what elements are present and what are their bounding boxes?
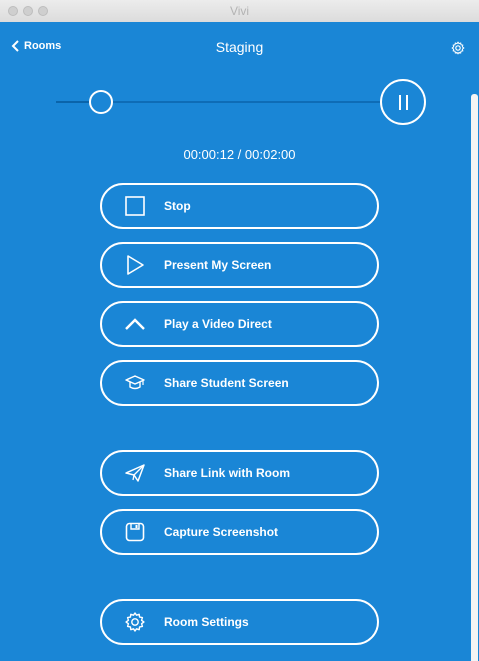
share-student-screen-button[interactable]: Share Student Screen [100,360,379,406]
window-title: Vivi [229,4,250,18]
capture-screenshot-button[interactable]: Capture Screenshot [100,509,379,555]
present-my-screen-button[interactable]: Present My Screen [100,242,379,288]
paper-plane-icon [125,464,145,482]
play-triangle-icon [127,255,144,275]
present-my-screen-label: Present My Screen [164,258,272,272]
progress-slider-thumb[interactable] [89,90,113,114]
app-window: Vivi Rooms Staging 00:00:12 / 00:02:00 S… [0,0,479,661]
room-settings-label: Room Settings [164,615,249,629]
page-title: Staging [215,39,264,55]
stop-button[interactable]: Stop [100,183,379,229]
stop-icon [125,196,145,216]
graduation-cap-icon [125,375,145,390]
stop-label: Stop [164,199,191,213]
gear-icon [125,612,145,632]
chevron-up-icon [125,318,145,330]
time-display: 00:00:12 / 00:02:00 [183,147,296,162]
share-link-with-room-button[interactable]: Share Link with Room [100,450,379,496]
scrollbar-track[interactable] [471,94,478,661]
play-video-direct-label: Play a Video Direct [164,317,272,331]
title-bar: Vivi [0,0,479,23]
gear-icon[interactable] [451,41,465,55]
room-settings-button[interactable]: Room Settings [100,599,379,645]
floppy-disk-icon [125,522,145,542]
share-student-screen-label: Share Student Screen [164,376,289,390]
play-video-direct-button[interactable]: Play a Video Direct [100,301,379,347]
pause-button[interactable] [380,79,426,125]
app-header: Rooms Staging [0,22,479,76]
capture-screenshot-label: Capture Screenshot [164,525,279,539]
share-link-with-room-label: Share Link with Room [164,466,291,480]
